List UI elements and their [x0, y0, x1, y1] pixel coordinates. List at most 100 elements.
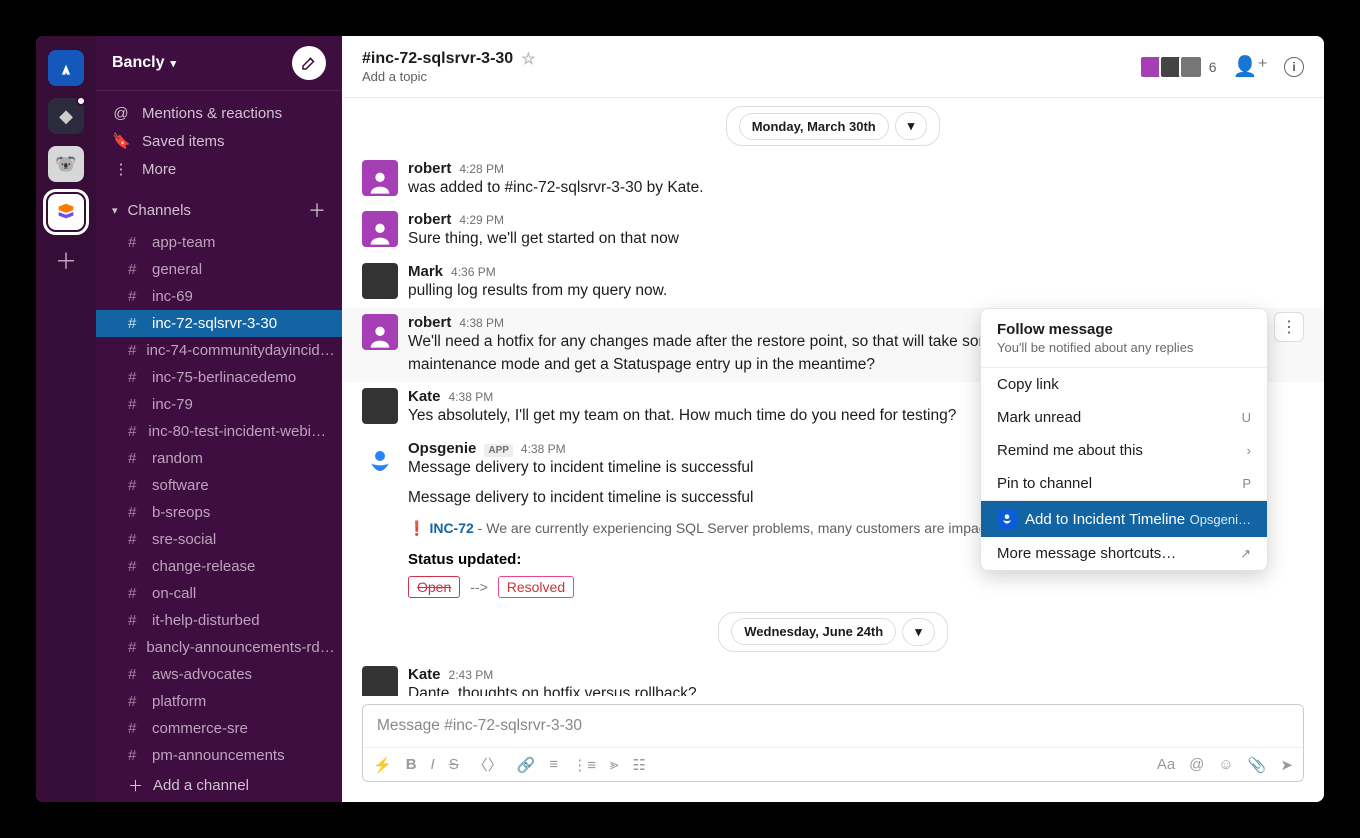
- channel-item[interactable]: #bancly-announcements-rd…: [96, 634, 342, 661]
- hash-icon: #: [128, 585, 142, 602]
- channel-item[interactable]: #it-help-disturbed: [96, 607, 342, 634]
- date-divider[interactable]: Monday, March 30th ▾: [342, 106, 1324, 146]
- italic-icon[interactable]: I: [431, 756, 435, 773]
- sidebar-header: Bancly ▾: [96, 36, 342, 91]
- send-icon[interactable]: ➤: [1280, 756, 1293, 774]
- quote-icon[interactable]: ⪢: [610, 756, 618, 773]
- info-icon[interactable]: i: [1284, 57, 1304, 77]
- channel-item[interactable]: #change-release: [96, 553, 342, 580]
- channel-item[interactable]: #commerce-sre: [96, 715, 342, 742]
- channel-item[interactable]: #inc-69: [96, 283, 342, 310]
- workspace-tile-2[interactable]: ◆: [48, 98, 84, 134]
- main-pane: #inc-72-sqlsrvr-3-30 ☆ Add a topic 6 👤⁺ …: [342, 36, 1324, 802]
- channel-item[interactable]: #pm-announcements: [96, 742, 342, 769]
- channel-item[interactable]: #general: [96, 256, 342, 283]
- member-avatars[interactable]: 6: [1143, 55, 1217, 79]
- hash-icon: #: [128, 666, 142, 683]
- menu-follow[interactable]: Follow message You'll be notified about …: [981, 309, 1267, 367]
- avatar[interactable]: [362, 263, 398, 299]
- code-icon[interactable]: 〈〉: [473, 754, 503, 775]
- message-input[interactable]: Message #inc-72-sqlsrvr-3-30: [363, 705, 1303, 747]
- mention-icon[interactable]: @: [1189, 756, 1204, 773]
- workspace-switcher[interactable]: Bancly ▾: [112, 54, 176, 72]
- add-workspace-button[interactable]: ＋: [48, 242, 84, 278]
- incident-link[interactable]: INC-72: [429, 520, 473, 536]
- channel-item[interactable]: #aws-advocates: [96, 661, 342, 688]
- channel-item[interactable]: #b-sreops: [96, 499, 342, 526]
- hash-icon: #: [128, 396, 142, 413]
- format-icon[interactable]: Aa: [1157, 756, 1175, 773]
- avatar[interactable]: [362, 666, 398, 696]
- menu-copy-link[interactable]: Copy link: [981, 368, 1267, 401]
- caret-down-icon: ▾: [112, 204, 118, 217]
- saved-items[interactable]: 🔖Saved items: [96, 127, 342, 155]
- hash-icon: #: [128, 747, 142, 764]
- more-nav[interactable]: ⋮More: [96, 155, 342, 183]
- hash-icon: #: [128, 315, 142, 332]
- avatar[interactable]: [362, 211, 398, 247]
- avatar: [1179, 55, 1203, 79]
- add-topic[interactable]: Add a topic: [362, 69, 536, 84]
- channel-header: #inc-72-sqlsrvr-3-30 ☆ Add a topic 6 👤⁺ …: [342, 36, 1324, 98]
- menu-add-timeline[interactable]: Add to Incident Timeline Opsgeni…: [981, 501, 1267, 537]
- channel-item-active[interactable]: #inc-72-sqlsrvr-3-30: [96, 310, 342, 337]
- menu-pin[interactable]: Pin to channelP: [981, 467, 1267, 500]
- unread-dot-icon: [76, 96, 86, 106]
- compose-button[interactable]: [292, 46, 326, 80]
- workspace-rail: ◆ 🐨 ＋: [36, 36, 96, 802]
- avatar[interactable]: [362, 388, 398, 424]
- channels-header[interactable]: ▾Channels ＋: [96, 191, 342, 229]
- channel-item[interactable]: #software: [96, 472, 342, 499]
- strike-icon[interactable]: S: [449, 756, 459, 773]
- avatar[interactable]: [362, 160, 398, 196]
- hash-icon: #: [128, 288, 142, 305]
- lightning-icon[interactable]: ⚡: [373, 756, 392, 774]
- workspace-tile-3[interactable]: 🐨: [48, 146, 84, 182]
- date-divider[interactable]: Wednesday, June 24th ▾: [342, 612, 1324, 652]
- attach-icon[interactable]: 📎: [1248, 756, 1267, 774]
- bold-icon[interactable]: B: [406, 756, 417, 773]
- hash-icon: #: [128, 450, 142, 467]
- message-list[interactable]: Monday, March 30th ▾ robert4:28 PMwas ad…: [342, 98, 1324, 696]
- channel-list: #app-team #general #inc-69 #inc-72-sqlsr…: [96, 229, 342, 769]
- channel-item[interactable]: #inc-80-test-incident-webi…: [96, 418, 342, 445]
- bookmark-icon: 🔖: [112, 132, 130, 150]
- channel-item[interactable]: #inc-79: [96, 391, 342, 418]
- emoji-icon[interactable]: ☺: [1218, 756, 1233, 773]
- channel-item[interactable]: #on-call: [96, 580, 342, 607]
- chevron-down-icon: ▾: [902, 618, 935, 646]
- mentions-reactions[interactable]: @Mentions & reactions: [96, 99, 342, 127]
- chevron-down-icon: ▾: [170, 57, 176, 70]
- message-more-button[interactable]: ⋮: [1274, 312, 1304, 342]
- add-people-icon[interactable]: 👤⁺: [1233, 54, 1268, 79]
- member-count: 6: [1209, 59, 1217, 75]
- add-channel-plus-icon[interactable]: ＋: [308, 197, 326, 223]
- workspace-tile-4[interactable]: [48, 194, 84, 230]
- channel-item[interactable]: #inc-74-communitydayincid…: [96, 337, 342, 364]
- message: Kate2:43 PM Dante, thoughts on hotfix ve…: [342, 660, 1324, 696]
- link-icon[interactable]: 🔗: [517, 756, 536, 774]
- ul-icon[interactable]: ⋮≡: [572, 756, 596, 774]
- channel-item[interactable]: #sre-social: [96, 526, 342, 553]
- avatar-opsgenie[interactable]: [362, 440, 398, 476]
- channel-item[interactable]: #platform: [96, 688, 342, 715]
- message: robert4:28 PMwas added to #inc-72-sqlsrv…: [342, 154, 1324, 205]
- hash-icon: #: [128, 234, 142, 251]
- menu-mark-unread[interactable]: Mark unreadU: [981, 401, 1267, 434]
- hash-icon: #: [128, 531, 142, 548]
- add-channel-button[interactable]: ＋Add a channel: [96, 769, 342, 802]
- channel-name[interactable]: #inc-72-sqlsrvr-3-30: [362, 50, 513, 68]
- channel-item[interactable]: #app-team: [96, 229, 342, 256]
- star-icon[interactable]: ☆: [521, 49, 535, 69]
- ol-icon[interactable]: ≡: [549, 756, 558, 773]
- workspace-tile-atlassian[interactable]: [48, 50, 84, 86]
- message-context-menu: Follow message You'll be notified about …: [980, 308, 1268, 571]
- codeblock-icon[interactable]: ☷: [632, 756, 645, 774]
- avatar[interactable]: [362, 314, 398, 350]
- channel-item[interactable]: #random: [96, 445, 342, 472]
- menu-more-shortcuts[interactable]: More message shortcuts…↗: [981, 537, 1267, 570]
- at-icon: @: [112, 105, 130, 122]
- hash-icon: #: [128, 693, 142, 710]
- menu-remind[interactable]: Remind me about this›: [981, 434, 1267, 467]
- channel-item[interactable]: #inc-75-berlinacedemo: [96, 364, 342, 391]
